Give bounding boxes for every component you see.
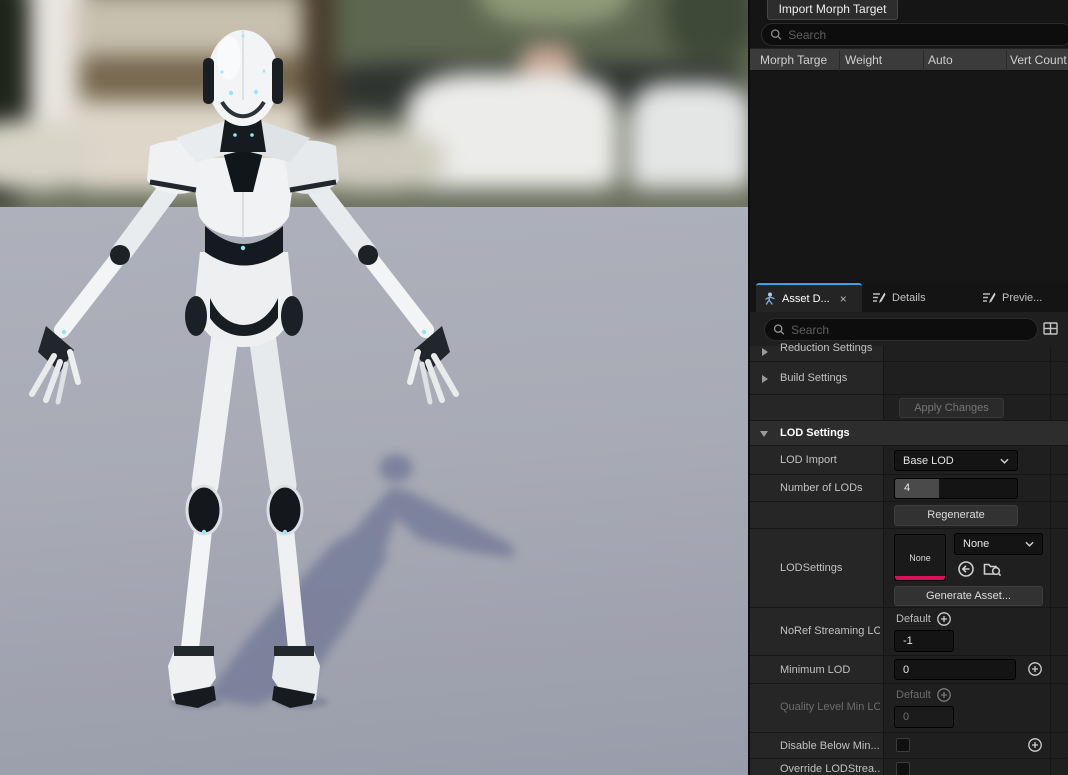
skeletal-mesh-editor: Import Morph Target Morph Targe Weight A… <box>0 0 1068 775</box>
details-search-box[interactable] <box>764 318 1038 341</box>
thumbnail-status-bar <box>895 576 945 580</box>
expander-arrow-icon[interactable] <box>760 431 768 437</box>
import-morph-target-button[interactable]: Import Morph Target <box>767 0 898 20</box>
quality-default-label: Default <box>896 689 931 701</box>
quality-value[interactable] <box>895 707 953 727</box>
use-selected-asset-icon[interactable] <box>957 560 975 578</box>
number-of-lods-value: 4 <box>904 482 910 494</box>
row-override-lodstreaming: Override LODStrea... <box>750 759 1068 775</box>
tab-close-icon[interactable]: × <box>840 292 847 306</box>
tab-bar: Asset D... × Details Previe... <box>750 281 1068 312</box>
row-regenerate: Regenerate <box>750 502 1068 529</box>
lod-import-dropdown[interactable]: Base LOD <box>894 450 1018 471</box>
apply-changes-button[interactable]: Apply Changes <box>899 398 1004 418</box>
preview-viewport[interactable] <box>0 0 750 775</box>
morph-search-box[interactable] <box>761 23 1068 46</box>
tab-details-label: Details <box>892 292 926 304</box>
tab-asset-details-label: Asset D... <box>782 293 830 305</box>
tab-preview-label: Previe... <box>1002 292 1042 304</box>
morph-search-input[interactable] <box>788 28 1064 42</box>
row-reduction-settings[interactable]: Reduction Settings <box>750 346 1068 362</box>
number-of-lods-spinbox[interactable]: 4 <box>894 478 1018 499</box>
robot-shadow <box>205 454 514 706</box>
chevron-down-icon <box>1000 458 1009 464</box>
details-search-input[interactable] <box>791 323 1029 337</box>
row-noref-streaming-lod: NoRef Streaming LO Default <box>750 608 1068 656</box>
row-lod-settings-category[interactable]: LOD Settings <box>750 421 1068 446</box>
reduction-settings-label: Reduction Settings <box>780 342 872 354</box>
morph-table-header[interactable]: Morph Targe Weight Auto Vert Count <box>750 48 1068 71</box>
tab-preview-scene[interactable]: Previe... <box>974 283 1068 312</box>
row-disable-below-min: Disable Below Min... <box>750 733 1068 759</box>
lodsettings-asset-value: None <box>963 538 989 550</box>
property-grid: Reduction Settings Build Settings Apply … <box>750 346 1068 775</box>
expander-arrow-icon[interactable] <box>762 375 768 383</box>
noref-value-input[interactable] <box>894 630 954 652</box>
number-of-lods-label: Number of LODs <box>780 482 863 494</box>
row-lod-import: LOD Import Base LOD <box>750 446 1068 475</box>
row-build-settings[interactable]: Build Settings <box>750 362 1068 395</box>
browse-to-asset-icon[interactable] <box>983 560 1002 578</box>
build-settings-label: Build Settings <box>780 372 847 384</box>
preview-pencil-icon <box>982 291 996 304</box>
quality-value-input[interactable] <box>894 706 954 728</box>
add-platform-override-icon[interactable] <box>1027 737 1043 753</box>
expander-arrow-icon[interactable] <box>762 348 768 356</box>
skeletal-mesh-icon <box>764 292 776 306</box>
details-pencil-icon <box>872 291 886 304</box>
view-options-icon[interactable] <box>1043 322 1059 336</box>
row-lodsettings: LODSettings None None <box>750 529 1068 608</box>
tab-asset-details[interactable]: Asset D... × <box>756 283 862 312</box>
row-quality-level-min-lod: Quality Level Min LO Default <box>750 684 1068 733</box>
robot-character <box>0 0 750 775</box>
column-weight[interactable]: Weight <box>845 49 882 72</box>
lodsettings-asset-thumbnail[interactable]: None <box>894 534 946 581</box>
details-search-row <box>750 312 1068 346</box>
minimum-lod-label: Minimum LOD <box>780 664 850 676</box>
right-panel: Import Morph Target Morph Targe Weight A… <box>750 0 1068 775</box>
search-icon <box>770 28 782 41</box>
lodsettings-label: LODSettings <box>780 562 842 574</box>
add-platform-override-icon[interactable] <box>1027 661 1043 677</box>
add-platform-override-icon[interactable] <box>936 687 952 703</box>
column-auto[interactable]: Auto <box>928 49 953 72</box>
tab-details[interactable]: Details <box>864 283 952 312</box>
lodsettings-asset-dropdown[interactable]: None <box>954 533 1043 555</box>
override-lodstreaming-label: Override LODStrea... <box>780 763 880 775</box>
generate-asset-button[interactable]: Generate Asset... <box>894 586 1043 606</box>
column-vert-count[interactable]: Vert Count <box>1010 49 1067 72</box>
noref-value[interactable] <box>895 631 953 651</box>
search-icon <box>773 323 785 336</box>
column-morph-target[interactable]: Morph Targe <box>760 49 827 72</box>
morph-table-body[interactable] <box>750 72 1068 281</box>
lod-settings-header: LOD Settings <box>780 427 850 439</box>
lod-import-label: LOD Import <box>780 454 837 466</box>
override-lodstreaming-checkbox[interactable] <box>896 762 910 775</box>
row-minimum-lod: Minimum LOD <box>750 656 1068 684</box>
add-platform-override-icon[interactable] <box>936 611 952 627</box>
minimum-lod-value[interactable] <box>895 660 1015 679</box>
thumbnail-none-text: None <box>909 553 931 563</box>
noref-default-label: Default <box>896 613 931 625</box>
quality-level-min-lod-label: Quality Level Min LO <box>780 701 880 713</box>
row-apply-changes: Apply Changes <box>750 395 1068 421</box>
row-number-of-lods: Number of LODs 4 <box>750 475 1068 502</box>
chevron-down-icon <box>1025 541 1034 547</box>
lod-import-value: Base LOD <box>903 455 954 467</box>
disable-below-min-checkbox[interactable] <box>896 738 910 752</box>
regenerate-button[interactable]: Regenerate <box>894 505 1018 526</box>
disable-below-min-label: Disable Below Min... <box>780 740 880 752</box>
noref-streaming-lod-label: NoRef Streaming LO <box>780 625 880 637</box>
minimum-lod-input[interactable] <box>894 659 1016 680</box>
